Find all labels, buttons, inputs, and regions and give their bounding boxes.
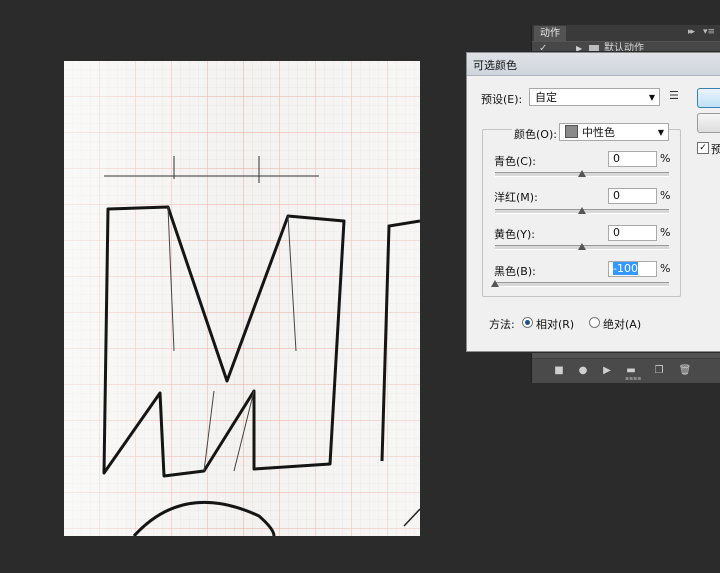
magenta-slider-thumb[interactable] bbox=[578, 207, 586, 214]
color-swatch bbox=[565, 125, 578, 138]
magenta-label: 洋红(M): bbox=[494, 191, 538, 204]
new-action-icon[interactable]: ❐ bbox=[652, 364, 666, 378]
tab-actions[interactable]: 动作 bbox=[534, 26, 566, 41]
preset-label: 预设(E): bbox=[481, 93, 523, 106]
stop-icon[interactable]: ■ bbox=[552, 364, 566, 378]
yellow-label: 黄色(Y): bbox=[494, 228, 536, 241]
cyan-field[interactable]: 0 bbox=[608, 151, 657, 167]
preview-checkbox[interactable]: ✓ bbox=[697, 142, 709, 154]
black-slider-track[interactable] bbox=[495, 282, 669, 287]
black-slider-thumb[interactable] bbox=[491, 280, 499, 287]
record-icon[interactable]: ● bbox=[576, 364, 590, 378]
relative-label: 相对(R) bbox=[536, 318, 575, 331]
colors-select[interactable]: 中性色 ▼ bbox=[559, 123, 669, 141]
colors-value: 中性色 bbox=[582, 126, 615, 139]
resize-grip-icon[interactable]: ▪▪▪▪ bbox=[625, 375, 641, 382]
collapse-panel-icon[interactable]: ▸▸ bbox=[688, 27, 695, 37]
delete-icon[interactable]: 🗑 bbox=[678, 364, 692, 378]
actions-toolbar: ■ ● ▶ ▬ ❐ 🗑 ▪▪▪▪ bbox=[532, 358, 720, 383]
panel-menu-icon[interactable]: ▾≡ bbox=[703, 27, 715, 37]
preset-value: 自定 bbox=[535, 91, 557, 104]
colors-label: 颜色(O): bbox=[512, 126, 559, 142]
dialog-title: 可选颜色 bbox=[473, 59, 517, 72]
cancel-button[interactable] bbox=[697, 113, 720, 133]
preset-options-icon[interactable]: ☰ bbox=[669, 90, 683, 102]
ok-button[interactable] bbox=[697, 88, 720, 108]
document-canvas[interactable] bbox=[64, 61, 420, 536]
black-label: 黑色(B): bbox=[494, 265, 536, 278]
panel-tab-bar: 动作 ▸▸ ▾≡ bbox=[532, 25, 720, 41]
absolute-label: 绝对(A) bbox=[603, 318, 642, 331]
selective-color-dialog: 可选颜色 预设(E): 自定 ▼ ☰ ✓ 预 颜色(O): 中性色 ▼ 青色(C… bbox=[466, 52, 720, 352]
absolute-radio[interactable] bbox=[589, 317, 600, 328]
yellow-percent: % bbox=[660, 226, 671, 239]
sketch-image bbox=[64, 61, 420, 536]
preview-label: 预 bbox=[711, 143, 720, 156]
yellow-field[interactable]: 0 bbox=[608, 225, 657, 241]
chevron-down-icon: ▼ bbox=[657, 128, 664, 137]
chevron-down-icon: ▼ bbox=[648, 93, 655, 102]
folder-icon bbox=[589, 45, 599, 52]
relative-radio[interactable] bbox=[522, 317, 533, 328]
yellow-slider-thumb[interactable] bbox=[578, 243, 586, 250]
cyan-percent: % bbox=[660, 152, 671, 165]
dialog-titlebar[interactable]: 可选颜色 bbox=[467, 53, 720, 76]
play-icon[interactable]: ▶ bbox=[600, 364, 614, 378]
magenta-field[interactable]: 0 bbox=[608, 188, 657, 204]
preset-select[interactable]: 自定 ▼ bbox=[529, 88, 660, 106]
cyan-label: 青色(C): bbox=[494, 155, 536, 168]
method-label: 方法: bbox=[489, 318, 515, 331]
magenta-percent: % bbox=[660, 189, 671, 202]
cyan-slider-thumb[interactable] bbox=[578, 170, 586, 177]
black-percent: % bbox=[660, 262, 671, 275]
black-field[interactable]: -100 bbox=[608, 261, 657, 277]
